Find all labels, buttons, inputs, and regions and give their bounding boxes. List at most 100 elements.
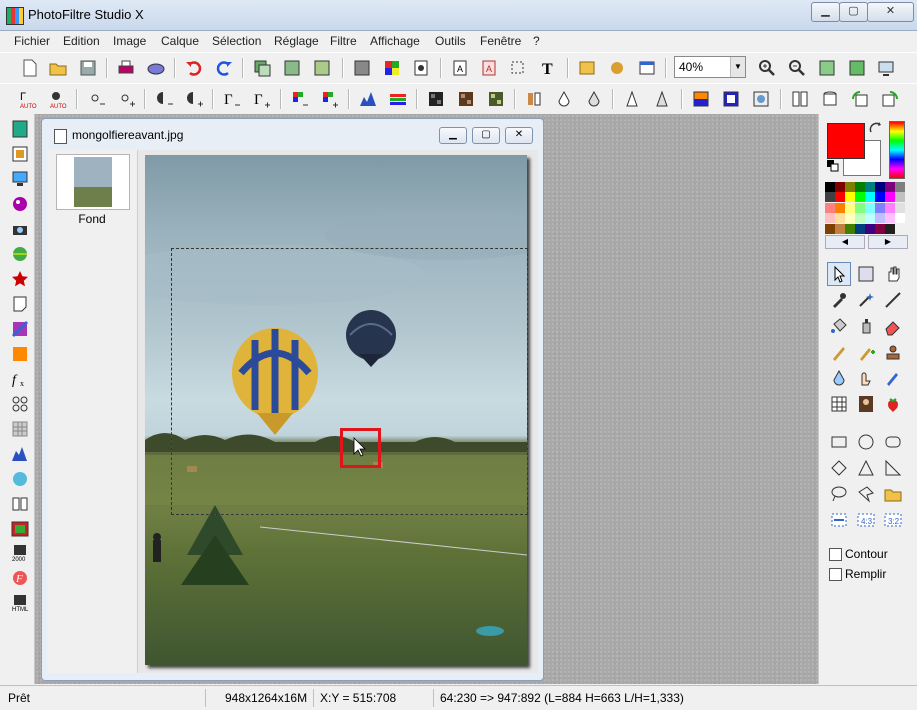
menu-fichier[interactable]: Fichier xyxy=(14,34,50,48)
calculator-icon[interactable] xyxy=(11,120,29,138)
saturation-plus-icon[interactable] xyxy=(320,89,340,109)
palette-swatch[interactable] xyxy=(865,192,875,203)
right-triangle-shape-icon[interactable] xyxy=(883,458,903,478)
color-spectrum[interactable] xyxy=(889,121,905,179)
palette-swatch[interactable] xyxy=(875,223,885,234)
palette-swatch[interactable] xyxy=(855,192,865,203)
page-curl-icon[interactable] xyxy=(11,295,29,313)
palette-swatch[interactable] xyxy=(825,213,835,224)
menu-help[interactable]: ? xyxy=(533,34,540,48)
plugin-icon[interactable] xyxy=(607,58,627,78)
pattern-dark-icon[interactable] xyxy=(426,89,446,109)
palette-swatch[interactable] xyxy=(845,223,855,234)
palette-swatch[interactable] xyxy=(875,182,885,192)
grid-icon[interactable] xyxy=(11,420,29,438)
eyedropper-icon[interactable] xyxy=(829,290,849,310)
font-icon[interactable]: F xyxy=(11,569,29,587)
palette-swatch[interactable] xyxy=(895,223,905,234)
doc-close-button[interactable]: ✕ xyxy=(505,127,533,144)
copy-icon[interactable] xyxy=(252,58,272,78)
color-palette[interactable] xyxy=(825,182,907,234)
stamp-select-icon[interactable] xyxy=(856,264,876,284)
pattern-circles-icon[interactable] xyxy=(11,395,29,413)
magic-wand-icon[interactable] xyxy=(856,290,876,310)
rotate-left-icon[interactable] xyxy=(850,89,870,109)
polygon-lasso-icon[interactable] xyxy=(856,484,876,504)
clone-brush-icon[interactable] xyxy=(883,368,903,388)
rectangle-shape-icon[interactable] xyxy=(829,432,849,452)
fit-window-icon[interactable] xyxy=(817,58,837,78)
auto-levels-icon[interactable]: ΓAUTO xyxy=(18,89,38,109)
palette-swatch[interactable] xyxy=(835,213,845,224)
gradient-fill-icon[interactable] xyxy=(11,345,29,363)
crop-icon[interactable] xyxy=(508,58,528,78)
menu-reglage[interactable]: Réglage xyxy=(274,34,319,48)
image-frame-icon[interactable] xyxy=(11,520,29,538)
advanced-brush-icon[interactable] xyxy=(856,342,876,362)
line-tool-icon[interactable] xyxy=(883,290,903,310)
hand-icon[interactable] xyxy=(883,264,903,284)
star-icon[interactable] xyxy=(11,270,29,288)
actual-size-icon[interactable] xyxy=(847,58,867,78)
palette-swatch[interactable] xyxy=(895,192,905,203)
finger-smudge-icon[interactable] xyxy=(856,368,876,388)
palette-swatch[interactable] xyxy=(865,202,875,213)
palette-swatch[interactable] xyxy=(835,192,845,203)
palette-swatch[interactable] xyxy=(885,182,895,192)
brightness-plus-icon[interactable] xyxy=(116,89,136,109)
palette-swatch[interactable] xyxy=(865,182,875,192)
menu-fenetre[interactable]: Fenêtre xyxy=(480,34,521,48)
maximize-button[interactable]: ▢ xyxy=(839,2,868,22)
gamma-minus-icon[interactable]: Γ xyxy=(222,89,242,109)
zoom-out-icon[interactable] xyxy=(787,58,807,78)
swap-colors-icon[interactable] xyxy=(869,122,883,136)
palette-swatch[interactable] xyxy=(845,213,855,224)
palette-swatch[interactable] xyxy=(895,202,905,213)
close-button[interactable]: ✕ xyxy=(867,2,914,22)
palette-swatch[interactable] xyxy=(845,182,855,192)
layer-thumbnail[interactable] xyxy=(56,154,130,210)
gamma-plus-icon[interactable]: Γ xyxy=(252,89,272,109)
camera-icon[interactable] xyxy=(11,220,29,238)
sharpen-more-icon[interactable] xyxy=(652,89,672,109)
palette-icon[interactable] xyxy=(382,58,402,78)
color-balance-icon[interactable] xyxy=(388,89,408,109)
sphere-icon[interactable] xyxy=(11,195,29,213)
grayscale-icon[interactable] xyxy=(352,58,372,78)
blur-drop-tool-icon[interactable] xyxy=(829,368,849,388)
flip-icon[interactable] xyxy=(524,89,544,109)
print-icon[interactable] xyxy=(116,58,136,78)
deform-grid-icon[interactable] xyxy=(829,394,849,414)
monitor-icon[interactable] xyxy=(11,170,29,188)
palette-swatch[interactable] xyxy=(895,213,905,224)
ratio-4-3-icon[interactable]: 4:3 xyxy=(856,510,876,530)
blur-drop-icon[interactable] xyxy=(554,89,574,109)
selection-mode-1-icon[interactable] xyxy=(829,510,849,530)
save-html-icon[interactable]: HTML xyxy=(11,594,29,612)
palette-swatch[interactable] xyxy=(875,202,885,213)
save-2000-icon[interactable]: 2000 xyxy=(11,544,29,562)
selection-marquee[interactable] xyxy=(171,248,528,515)
portrait-icon[interactable] xyxy=(856,394,876,414)
image-size-icon[interactable]: A xyxy=(450,58,470,78)
strawberry-icon[interactable] xyxy=(883,394,903,414)
palette-swatch[interactable] xyxy=(855,213,865,224)
palette-swatch[interactable] xyxy=(825,192,835,203)
palette-next-button[interactable]: ▶ xyxy=(868,235,908,249)
film-icon[interactable] xyxy=(11,145,29,163)
canvas-size-icon[interactable]: A xyxy=(479,58,499,78)
brush-icon[interactable] xyxy=(829,342,849,362)
default-colors-icon[interactable] xyxy=(827,160,839,172)
palette-swatch[interactable] xyxy=(855,202,865,213)
cylinder-icon[interactable] xyxy=(820,89,840,109)
fill-bucket-icon[interactable] xyxy=(829,316,849,336)
pattern-green-icon[interactable] xyxy=(486,89,506,109)
minimize-button[interactable]: ▁ xyxy=(811,2,840,22)
load-selection-icon[interactable] xyxy=(883,484,903,504)
open-folder-icon[interactable] xyxy=(48,58,68,78)
save-icon[interactable] xyxy=(78,58,98,78)
undo-icon[interactable] xyxy=(184,58,204,78)
redo-icon[interactable] xyxy=(214,58,234,78)
diamond-shape-icon[interactable] xyxy=(829,458,849,478)
histogram-mini-icon[interactable] xyxy=(11,445,29,463)
